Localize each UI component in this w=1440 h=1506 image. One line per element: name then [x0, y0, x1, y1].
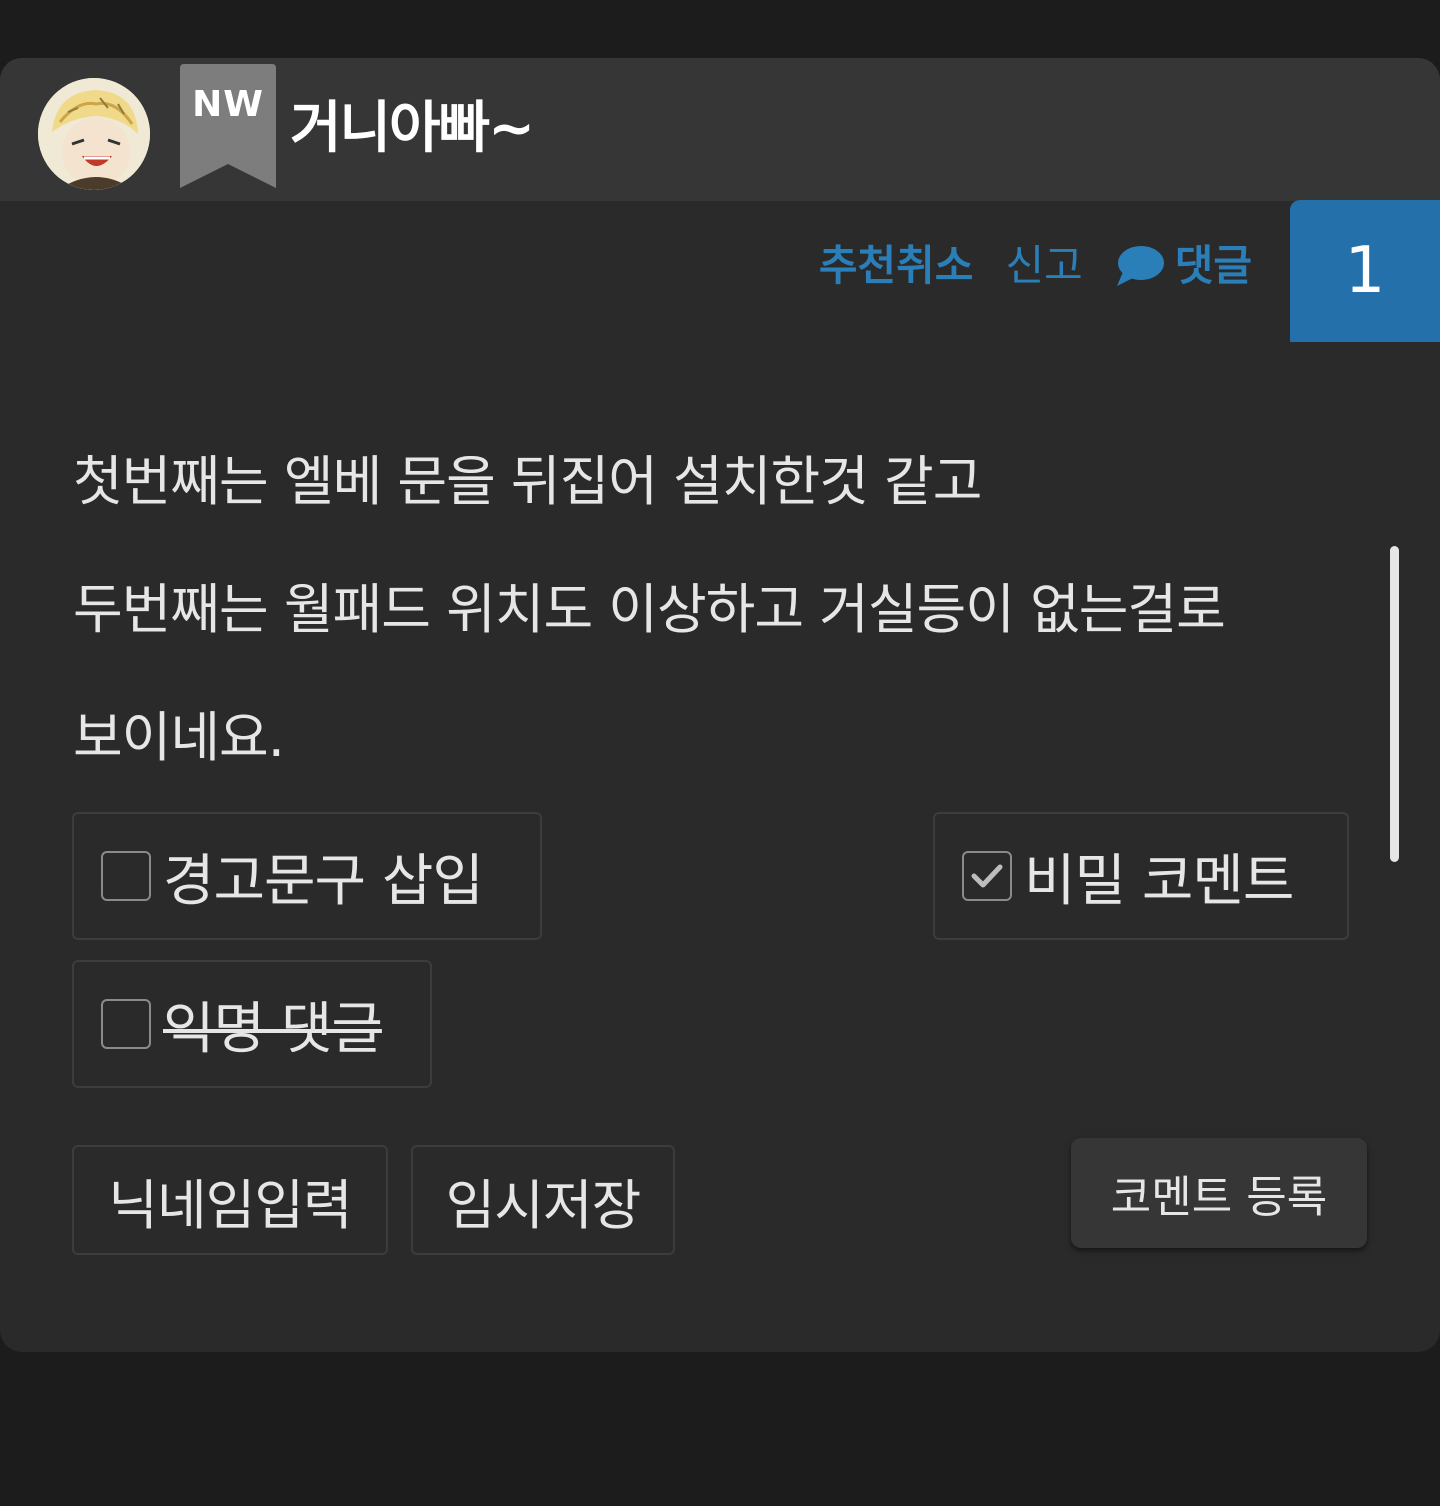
reply-label: 댓글: [1174, 241, 1252, 290]
comment-text: 첫번째는 엘베 문을 뒤집어 설치한것 같고 두번째는 월패드 위치도 이상하고…: [73, 418, 1373, 802]
nickname-input-button[interactable]: 닉네임입력: [72, 1145, 388, 1255]
report-link[interactable]: 신고: [1005, 236, 1082, 296]
nw-badge: NW: [180, 64, 276, 192]
warning-insert-option[interactable]: 경고문구 삽입: [72, 812, 542, 940]
anonymous-reply-label: 익명 댓글: [163, 996, 383, 1062]
avatar[interactable]: [38, 78, 150, 190]
secret-comment-checkbox[interactable]: [962, 851, 1012, 901]
submit-comment-button[interactable]: 코멘트 등록: [1071, 1138, 1367, 1248]
warning-insert-label: 경고문구 삽입: [163, 848, 484, 914]
comment-actions: 추천취소 신고 댓글: [819, 236, 1252, 296]
avatar-image: [38, 78, 150, 190]
scrollbar[interactable]: [1390, 546, 1399, 862]
comment-line-1: 첫번째는 엘베 문을 뒤집어 설치한것 같고: [73, 450, 982, 513]
comment-line-3: 보이네요.: [73, 706, 285, 769]
author-nickname[interactable]: 거니아빠~: [290, 94, 535, 164]
reply-link[interactable]: 댓글: [1115, 236, 1252, 296]
recommend-cancel-link[interactable]: 추천취소: [819, 236, 974, 296]
badge-label: NW: [192, 84, 264, 125]
checkmark-icon: [971, 864, 1003, 888]
anonymous-reply-option[interactable]: 익명 댓글: [72, 960, 432, 1088]
comment-number-badge: 1: [1290, 200, 1440, 342]
secret-comment-option[interactable]: 비밀 코멘트: [933, 812, 1349, 940]
temp-save-button[interactable]: 임시저장: [411, 1145, 675, 1255]
comment-header: NW 거니아빠~: [0, 58, 1440, 201]
warning-insert-checkbox[interactable]: [101, 851, 151, 901]
secret-comment-label: 비밀 코멘트: [1024, 848, 1294, 914]
speech-bubble-icon: [1116, 246, 1164, 286]
comment-card: NW 거니아빠~ 추천취소 신고 댓글 1 첫번째는 엘베 문을 뒤집어 설치한…: [0, 58, 1440, 1352]
anonymous-reply-checkbox[interactable]: [101, 999, 151, 1049]
comment-line-2: 두번째는 월패드 위치도 이상하고 거실등이 없는걸로: [73, 578, 1226, 641]
